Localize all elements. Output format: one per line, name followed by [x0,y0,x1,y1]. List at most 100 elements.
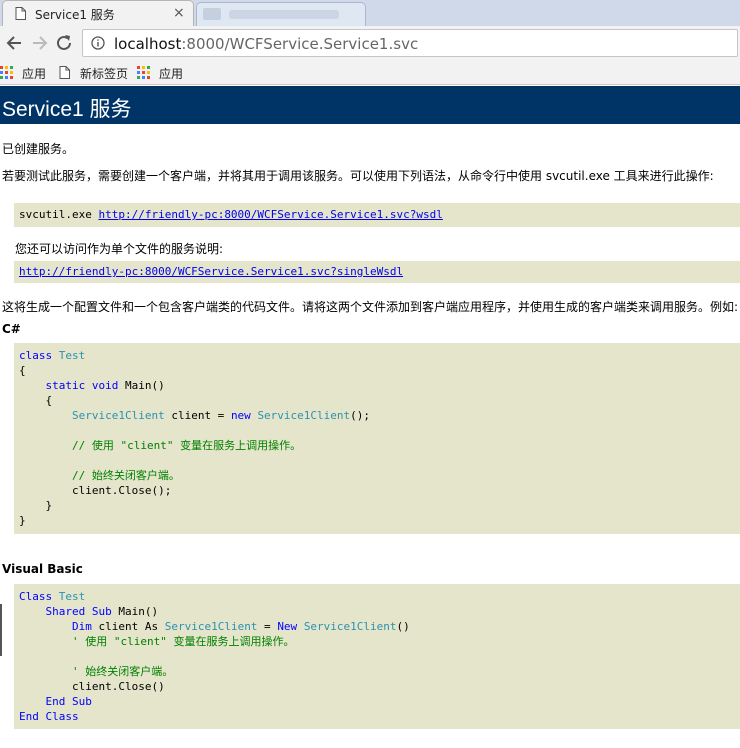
vb-heading: Visual Basic [2,562,83,576]
reload-icon[interactable] [53,32,75,54]
code-token: Service1Client [164,620,258,633]
close-icon[interactable]: × [173,5,185,21]
single-wsdl-line: http://friendly-pc:8000/WCFService.Servi… [19,265,403,278]
vb-code-line: Class Test [19,589,85,604]
csharp-code: class Test{ static void Main() { Service… [19,348,729,528]
code-token: client.Close() [19,680,165,693]
test-intro-text: 若要测试此服务，需要创建一个客户端，并将其用于调用该服务。可以使用下列语法，从命… [2,169,714,183]
csharp-code-line: class Test [19,348,85,363]
csharp-code-line: Service1Client client = new Service1Clie… [19,408,370,423]
code-token: Class [19,590,59,603]
code-token: Main() [118,605,159,618]
code-token: void [91,379,125,392]
code-token: Sub [91,605,119,618]
code-token: client = [164,409,231,422]
page-icon [59,66,70,79]
csharp-code-line: } [19,513,26,528]
code-token: new [230,409,258,422]
code-token: End [19,710,46,723]
csharp-code-block: class Test{ static void Main() { Service… [14,343,740,534]
code-token: Service1Client [303,620,397,633]
address-bar[interactable]: localhost:8000/WCFService.Service1.svc [82,29,738,57]
single-file-intro-text: 您还可以访问作为单个文件的服务说明: [15,242,224,256]
single-wsdl-link[interactable]: http://friendly-pc:8000/WCFService.Servi… [19,265,403,278]
code-token: ' 使用 "client" 变量在服务上调用操作。 [71,635,295,648]
csharp-code-line: static void Main() [19,378,165,393]
vb-code-block: Class Test Shared Sub Main() Dim client … [14,584,740,729]
svcutil-command: svcutil.exe http://friendly-pc:8000/WCFS… [19,208,443,221]
vb-code-line: Shared Sub Main() [19,604,159,619]
forward-arrow-icon[interactable] [28,32,50,54]
code-token: New [277,620,304,633]
page-title: Service1 服务 [2,98,132,121]
bookmark-label: 应用 [22,67,47,81]
info-icon[interactable] [91,36,105,50]
code-token: (); [350,409,371,422]
code-token: Main() [124,379,165,392]
tab-service1[interactable]: Service1 服务 × [2,0,194,26]
code-token: { [19,394,53,407]
code-token: Service1Client [257,409,351,422]
code-token: Service1Client [71,409,165,422]
code-token: = [257,620,278,633]
tab-strip: Service1 服务 × [0,0,740,26]
browser-toolbar: localhost:8000/WCFService.Service1.svc [0,26,740,60]
bookmark-apps-1[interactable]: 应用 [0,65,52,81]
code-token: Class [45,710,79,723]
vb-code: Class Test Shared Sub Main() Dim client … [19,589,729,725]
vb-code-line: ' 使用 "client" 变量在服务上调用操作。 [19,634,294,649]
csharp-code-line: { [19,393,52,408]
code-token: } [19,514,26,527]
apps-grid-icon [0,66,13,79]
csharp-code-line: // 使用 "client" 变量在服务上调用操作。 [19,438,301,453]
wsdl-link[interactable]: http://friendly-pc:8000/WCFService.Servi… [98,208,442,221]
generate-note-text: 这将生成一个配置文件和一个包含客户端类的代码文件。请将这两个文件添加到客户端应用… [2,300,739,314]
vb-code-line: client.Close() [19,679,165,694]
vb-code-line: End Class [19,709,79,724]
code-token: class [19,349,59,362]
bookmarks-bar: 应用 新标签页 应用 [0,60,740,85]
url-path: :8000/WCFService.Service1.svc [181,35,419,53]
single-wsdl-box: http://friendly-pc:8000/WCFService.Servi… [14,261,740,283]
page-icon [15,7,26,20]
code-token: // 使用 "client" 变量在服务上调用操作。 [71,439,302,452]
code-token: static [45,379,92,392]
bookmark-label: 应用 [159,67,184,81]
bookmark-apps-2[interactable]: 应用 [137,65,189,81]
bookmark-label: 新标签页 [80,67,129,81]
code-token: Dim [71,620,99,633]
code-token: Test [58,590,86,603]
svcutil-command-box: svcutil.exe http://friendly-pc:8000/WCFS… [14,203,740,227]
tab-title: Service1 服务 [35,8,115,22]
code-token: Test [58,349,86,362]
left-edge-marker [0,604,2,656]
code-token: client.Close(); [19,484,172,497]
code-token: // 始终关闭客户端。 [71,469,180,482]
tab-favicon-icon [203,8,221,20]
tab-inactive[interactable] [196,2,366,26]
apps-grid-icon [137,66,150,79]
vb-code-line: Dim client As Service1Client = New Servi… [19,619,410,634]
code-token: } [19,499,53,512]
csharp-code-line: { [19,363,26,378]
back-arrow-icon[interactable] [4,32,26,54]
code-token: Shared [45,605,92,618]
csharp-code-line: } [19,498,52,513]
bookmark-new-tab[interactable]: 新标签页 [58,65,134,81]
tab-title-blurred [229,10,339,19]
vb-code-line: ' 始终关闭客户端。 [19,664,173,679]
svcutil-exe: svcutil.exe [19,208,99,221]
csharp-heading: C# [2,322,21,336]
code-token: client As [98,620,165,633]
csharp-code-line: // 始终关闭客户端。 [19,468,180,483]
code-token: ' 始终关闭客户端。 [71,665,174,678]
url-host: localhost [114,35,182,53]
csharp-code-line: client.Close(); [19,483,171,498]
